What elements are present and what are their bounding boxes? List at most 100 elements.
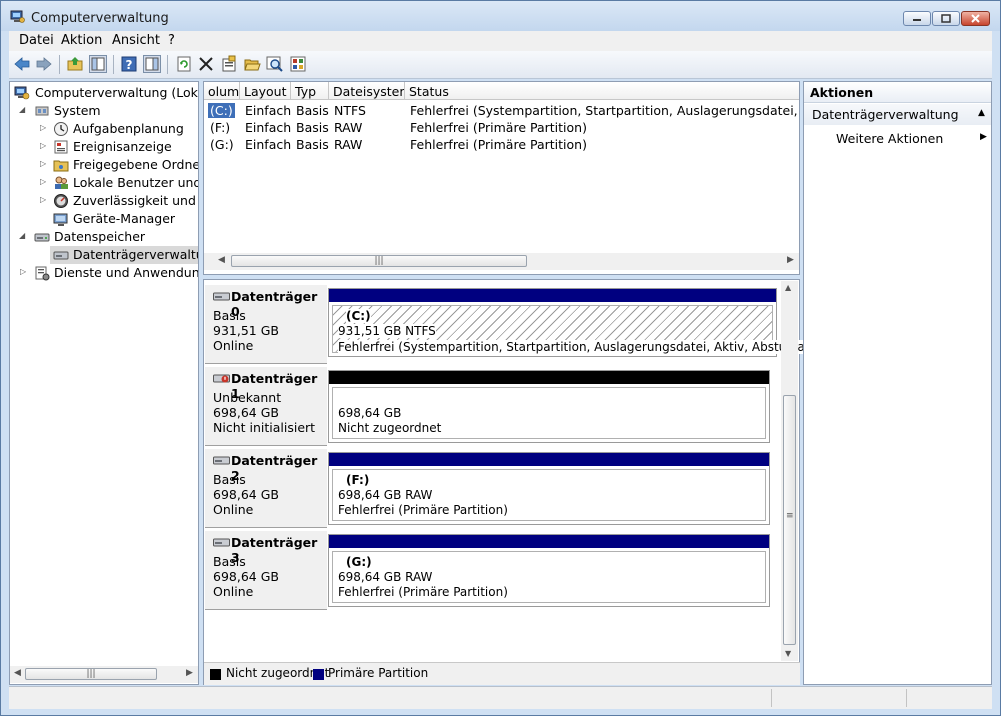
tree-item-datentraegerverwaltung[interactable]: Datenträgerverwaltung	[50, 246, 198, 264]
refresh-icon[interactable]	[175, 55, 193, 73]
column-header-status[interactable]: Status	[405, 82, 799, 100]
expand-arrow-icon[interactable]: ▷	[40, 177, 47, 186]
toolbar-separator	[59, 55, 60, 74]
search-icon[interactable]	[266, 55, 284, 73]
show-hide-action-pane-icon[interactable]	[143, 55, 161, 73]
close-button[interactable]	[961, 11, 990, 26]
expand-arrow-icon[interactable]: ▷	[40, 141, 47, 150]
disk-type: Unbekannt	[213, 390, 282, 405]
partition-type-bar	[329, 289, 776, 302]
tree-scroll-thumb[interactable]: |||	[25, 668, 157, 680]
menu-bar: Datei Aktion Ansicht ?	[9, 31, 992, 51]
disk-scroll-thumb[interactable]: ≡	[783, 395, 796, 645]
scroll-down-icon[interactable]: ▼	[785, 649, 791, 658]
status-cell: Fehlerfrei (Systempartition, Startpartit…	[410, 103, 799, 118]
type-cell: Basis	[296, 120, 329, 135]
properties-icon[interactable]	[220, 55, 238, 73]
disk-3-info[interactable]: Datenträger 3 Basis 698,64 GB Online	[205, 530, 327, 610]
shared-folder-icon	[53, 160, 69, 172]
partition-c[interactable]: (C:) 931,51 GB NTFS Fehlerfrei (Systempa…	[328, 288, 839, 357]
expand-arrow-icon[interactable]: ▷	[40, 195, 47, 204]
partition-info: 698,64 GB RAW	[338, 570, 433, 584]
collapse-arrow-icon[interactable]: ◢	[19, 231, 26, 240]
tree-root-label: Computerverwaltung (Lokal)	[35, 85, 199, 100]
scroll-left-icon[interactable]: ◀	[14, 668, 21, 678]
disk-1-info[interactable]: Datenträger 1 Unbekannt 698,64 GB Nicht …	[205, 366, 327, 446]
settings-icon[interactable]	[289, 55, 307, 73]
volume-cell: (F:)	[210, 120, 231, 135]
partition-unallocated[interactable]: 698,64 GB Nicht zugeordnet	[328, 370, 770, 443]
column-header-type[interactable]: Typ	[291, 82, 329, 100]
table-row[interactable]: (C:) Einfach Basis NTFS Fehlerfrei (Syst…	[204, 102, 799, 120]
disk-type: Basis	[213, 472, 246, 487]
navigation-tree-pane: Computerverwaltung (Lokal) ◢ System ▷ Au…	[9, 81, 199, 685]
menu-help[interactable]: ?	[168, 33, 175, 48]
table-row[interactable]: (G:) Einfach Basis RAW Fehlerfrei (Primä…	[204, 136, 799, 154]
disk-type: Basis	[213, 308, 246, 323]
scroll-right-icon[interactable]: ▶	[186, 668, 193, 678]
minimize-icon	[913, 19, 921, 21]
computer-management-icon	[10, 10, 25, 23]
maximize-icon	[941, 14, 951, 23]
scroll-right-icon[interactable]: ▶	[787, 255, 794, 265]
more-actions-item[interactable]: Weitere Aktionen ▶	[804, 129, 991, 147]
column-header-volume[interactable]: olume	[204, 82, 240, 100]
delete-icon[interactable]	[197, 55, 215, 73]
disk-size: 698,64 GB	[213, 569, 279, 584]
scroll-up-icon[interactable]: ▲	[785, 283, 791, 292]
actions-header: Aktionen	[804, 82, 991, 103]
column-header-filesystem[interactable]: Dateisystem	[329, 82, 405, 100]
task-scheduler-icon	[54, 122, 68, 136]
forward-arrow-icon[interactable]	[35, 55, 53, 73]
menu-ansicht[interactable]: Ansicht	[112, 33, 160, 48]
scroll-left-icon[interactable]: ◀	[218, 255, 225, 265]
toolbar-separator	[113, 55, 114, 74]
expand-arrow-icon[interactable]: ▷	[40, 123, 47, 132]
svg-text:?: ?	[126, 58, 133, 72]
status-bar	[9, 686, 992, 709]
column-header-layout[interactable]: Layout	[240, 82, 291, 100]
disk-vertical-scrollbar[interactable]: ▲ ≡ ▼	[781, 281, 798, 661]
window-title: Computerverwaltung	[31, 11, 169, 26]
expand-arrow-icon[interactable]: ▷	[40, 159, 47, 168]
partition-g[interactable]: (G:) 698,64 GB RAW Fehlerfrei (Primäre P…	[328, 534, 770, 607]
performance-gauge-icon	[54, 194, 68, 208]
disk-state: Online	[213, 584, 254, 599]
expand-arrow-icon[interactable]: ▷	[20, 267, 27, 276]
partition-f[interactable]: (F:) 698,64 GB RAW Fehlerfrei (Primäre P…	[328, 452, 770, 525]
tree-item-label: Dienste und Anwendungen	[54, 265, 199, 280]
menu-aktion[interactable]: Aktion	[61, 33, 102, 48]
open-folder-icon[interactable]	[243, 55, 261, 73]
disk-0-info[interactable]: Datenträger 0 Basis 931,51 GB Online	[205, 284, 327, 364]
disk-type: Basis	[213, 554, 246, 569]
layout-cell: Einfach	[245, 137, 292, 152]
maximize-button[interactable]	[932, 11, 960, 26]
type-cell: Basis	[296, 137, 329, 152]
actions-section-header[interactable]: Datenträgerverwaltung ▲	[804, 104, 991, 125]
actions-pane: Aktionen Datenträgerverwaltung ▲ Weitere…	[803, 81, 992, 685]
menu-datei[interactable]: Datei	[19, 33, 54, 48]
status-cell: Fehlerfrei (Primäre Partition)	[410, 137, 587, 152]
partition-type-bar	[329, 371, 769, 384]
help-icon[interactable]: ?	[120, 55, 138, 73]
tree-horizontal-scrollbar[interactable]: ◀ ||| ▶	[10, 666, 198, 683]
collapse-up-icon[interactable]: ▲	[978, 108, 985, 118]
collapse-arrow-icon[interactable]: ◢	[19, 105, 26, 114]
show-hide-tree-icon[interactable]	[89, 55, 107, 73]
partition-info: 698,64 GB	[338, 406, 402, 420]
up-folder-icon[interactable]	[66, 55, 84, 73]
table-row[interactable]: (F:) Einfach Basis RAW Fehlerfrei (Primä…	[204, 119, 799, 137]
close-icon	[971, 14, 980, 23]
status-cell: Fehlerfrei (Primäre Partition)	[410, 120, 587, 135]
volume-horizontal-scrollbar[interactable]: ◀ ||| ▶	[204, 253, 799, 270]
disk-2-info[interactable]: Datenträger 2 Basis 698,64 GB Online	[205, 448, 327, 528]
back-arrow-icon[interactable]	[13, 55, 31, 73]
partition-label: (C:)	[346, 309, 371, 323]
toolbar: ?	[9, 51, 992, 79]
services-icon	[35, 266, 50, 281]
volume-scroll-thumb[interactable]: |||	[231, 255, 527, 267]
submenu-arrow-icon: ▶	[980, 132, 987, 142]
actions-section-label: Datenträgerverwaltung	[812, 107, 959, 122]
toolbar-separator	[167, 55, 168, 74]
minimize-button[interactable]	[903, 11, 931, 26]
